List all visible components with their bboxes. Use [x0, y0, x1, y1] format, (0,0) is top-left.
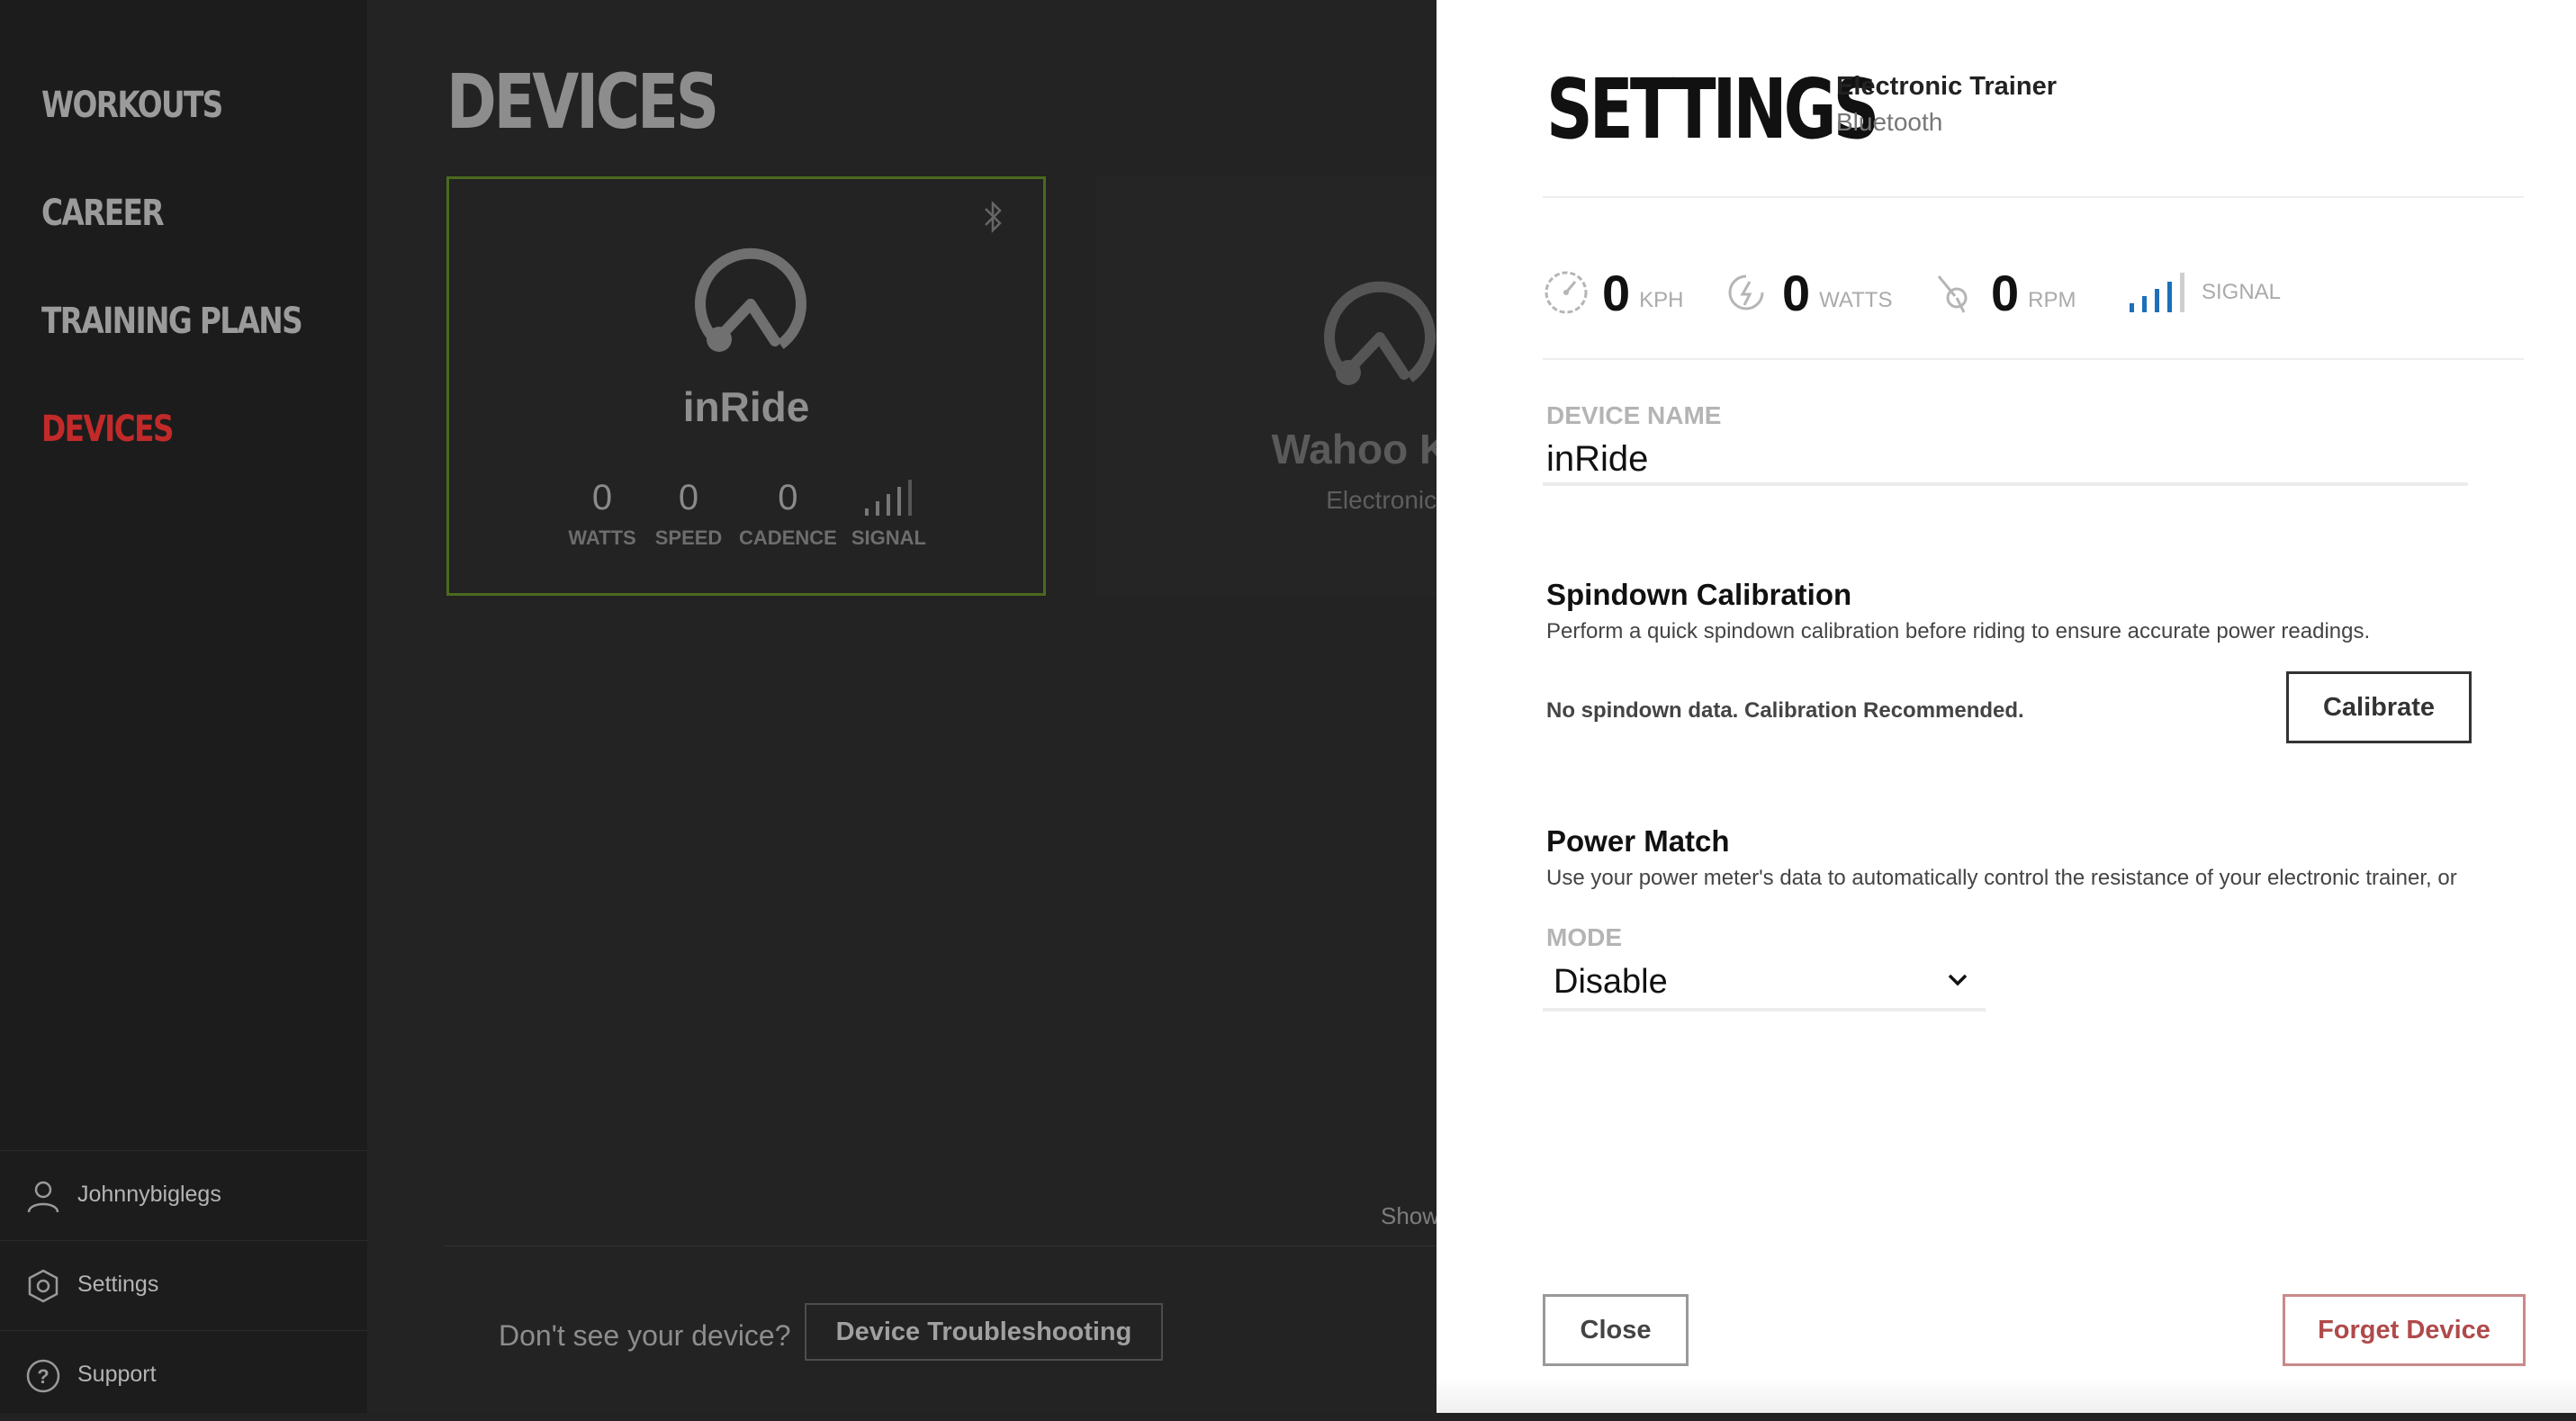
- chevron-down-icon: [1948, 974, 1968, 986]
- dont-see-text: Don't see your device?: [499, 1319, 791, 1352]
- gear-icon: [28, 1269, 59, 1303]
- mode-value: Disable: [1554, 963, 1668, 1001]
- stat-cadence: 0 CADENCE: [739, 478, 837, 549]
- forget-device-button[interactable]: Forget Device: [2283, 1294, 2526, 1366]
- page-title: DEVICES: [446, 58, 719, 146]
- device-name: inRide: [682, 383, 810, 430]
- svg-text:?: ?: [37, 1365, 49, 1388]
- power-icon: [1728, 274, 1764, 310]
- nav-devices[interactable]: DEVICES: [41, 409, 174, 450]
- spindown-description: Perform a quick spindown calibration bef…: [1546, 619, 2371, 643]
- device-name-input[interactable]: [1543, 436, 2468, 486]
- divider: [1543, 358, 2524, 360]
- mode-label: MODE: [1546, 923, 1622, 951]
- divider: [1543, 196, 2524, 198]
- nav-training-plans[interactable]: TRAINING PLANS: [41, 301, 303, 342]
- device-name-label: DEVICE NAME: [1546, 401, 1722, 429]
- power-match-description: Use your power meter's data to automatic…: [1546, 866, 2457, 890]
- device-card-inride[interactable]: inRide 0 WATTS 0 SPEED 0 CADENCE SIGNAL: [446, 176, 1046, 596]
- power-match-title: Power Match: [1546, 824, 1730, 858]
- device-type: Electronic Trainer: [1836, 72, 2057, 101]
- mode-select[interactable]: Disable: [1543, 952, 1986, 1012]
- panel-title: SETTINGS: [1546, 61, 1879, 157]
- bottom-shadow: [1437, 1377, 2576, 1413]
- help-icon: ?: [26, 1359, 60, 1393]
- bluetooth-icon: [985, 200, 1002, 234]
- signal-icon: [2130, 273, 2184, 312]
- spindown-status: No spindown data. Calibration Recommende…: [1546, 698, 2024, 723]
- sidebar: WORKOUTS CAREER TRAINING PLANS DEVICES J…: [0, 0, 367, 1413]
- user-icon: [27, 1181, 59, 1213]
- calibrate-button[interactable]: Calibrate: [2286, 671, 2472, 743]
- support-link[interactable]: ? Support: [0, 1330, 367, 1421]
- nav-career[interactable]: CAREER: [41, 193, 165, 234]
- metric-signal: SIGNAL: [2126, 261, 2281, 324]
- devices-page: DEVICES inRide 0 WATTS 0 SPEED 0 CADENCE: [367, 0, 1696, 1413]
- stat-speed: 0 SPEED: [654, 478, 723, 549]
- metric-speed: 0 KPH: [1543, 261, 1684, 324]
- trainer-icon: [695, 247, 806, 352]
- cadence-icon: [1937, 275, 1968, 313]
- stat-watts: 0 WATTS: [568, 478, 636, 549]
- nav-workouts[interactable]: WORKOUTS: [41, 85, 223, 126]
- settings-link[interactable]: Settings: [0, 1240, 367, 1331]
- support-label: Support: [77, 1362, 157, 1387]
- settings-label: Settings: [77, 1272, 159, 1297]
- speedometer-icon: [1545, 271, 1588, 314]
- close-button[interactable]: Close: [1543, 1294, 1689, 1366]
- spindown-title: Spindown Calibration: [1546, 578, 1852, 611]
- trainer-icon: [1324, 281, 1436, 385]
- metric-cadence: 0 RPM: [1932, 261, 2076, 324]
- signal-bars-icon: [865, 480, 913, 516]
- account-name: Johnnybiglegs: [77, 1182, 221, 1207]
- account-link[interactable]: Johnnybiglegs: [0, 1150, 367, 1241]
- metric-power: 0 WATTS: [1723, 261, 1892, 324]
- stat-signal: SIGNAL: [851, 478, 926, 550]
- troubleshooting-button[interactable]: Device Troubleshooting: [805, 1303, 1163, 1361]
- connection-type: Bluetooth: [1836, 108, 1943, 136]
- device-stats: 0 WATTS 0 SPEED 0 CADENCE SIGNAL: [449, 478, 1043, 550]
- settings-panel: SETTINGS Electronic Trainer Bluetooth 0 …: [1437, 0, 2576, 1413]
- show-link[interactable]: Show: [1381, 1202, 1439, 1230]
